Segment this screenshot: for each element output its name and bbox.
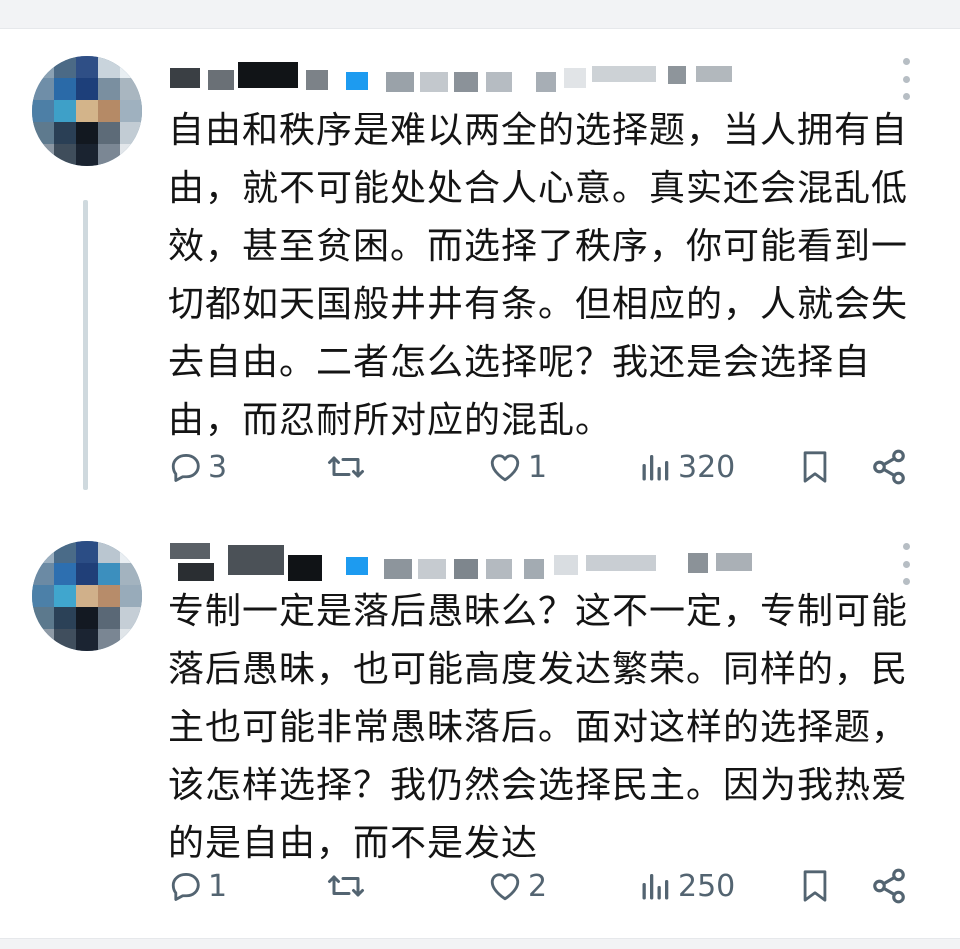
like-count: 1 (528, 449, 548, 485)
like-count: 2 (528, 868, 548, 904)
like-button[interactable]: 2 (486, 861, 547, 911)
share-button[interactable] (870, 442, 908, 492)
bookmark-icon (803, 451, 827, 483)
share-icon (873, 449, 905, 485)
reply-count: 3 (208, 449, 228, 485)
heart-icon (490, 873, 520, 901)
author-header-redacted[interactable] (168, 54, 768, 100)
post-text: 专制一定是落后愚昧么？这不一定，专制可能落后愚昧，也可能高度发达繁荣。同样的，民… (168, 591, 909, 864)
verified-badge-icon (346, 557, 368, 575)
bottom-divider (0, 938, 960, 949)
top-divider (0, 0, 960, 29)
action-bar: 1 2 250 (0, 861, 960, 911)
post: 自由和秩序是难以两全的选择题，当人拥有自由，就不可能处处合人心意。真实还会混乱低… (0, 40, 960, 500)
more-icon[interactable] (896, 543, 916, 585)
author-header-redacted[interactable] (168, 537, 768, 583)
share-icon (873, 868, 905, 904)
more-icon[interactable] (896, 58, 916, 100)
repost-button[interactable] (326, 861, 366, 911)
post-text: 自由和秩序是难以两全的选择题，当人拥有自由，就不可能处处合人心意。真实还会混乱低… (168, 110, 909, 441)
bookmark-icon (803, 870, 827, 902)
view-count: 320 (678, 449, 736, 485)
post: 专制一定是落后愚昧么？这不一定，专制可能落后愚昧，也可能高度发达繁荣。同样的，民… (0, 525, 960, 935)
reply-button[interactable]: 1 (168, 861, 227, 911)
reply-count: 1 (208, 868, 228, 904)
views-button[interactable]: 250 (638, 861, 735, 911)
views-icon (642, 455, 669, 481)
reply-icon (171, 454, 200, 482)
repost-button[interactable] (326, 442, 366, 492)
bookmark-button[interactable] (798, 861, 832, 911)
view-count: 250 (678, 868, 736, 904)
heart-icon (490, 454, 520, 482)
bookmark-button[interactable] (798, 442, 832, 492)
views-icon (642, 874, 669, 900)
avatar[interactable] (32, 541, 142, 651)
reply-icon (171, 873, 200, 901)
views-button[interactable]: 320 (638, 442, 735, 492)
reply-button[interactable]: 3 (168, 442, 227, 492)
like-button[interactable]: 1 (486, 442, 547, 492)
share-button[interactable] (870, 861, 908, 911)
verified-badge-icon (346, 72, 368, 90)
repost-icon (328, 875, 364, 897)
repost-icon (328, 456, 364, 478)
action-bar: 3 1 320 (0, 442, 960, 492)
avatar[interactable] (32, 56, 142, 166)
